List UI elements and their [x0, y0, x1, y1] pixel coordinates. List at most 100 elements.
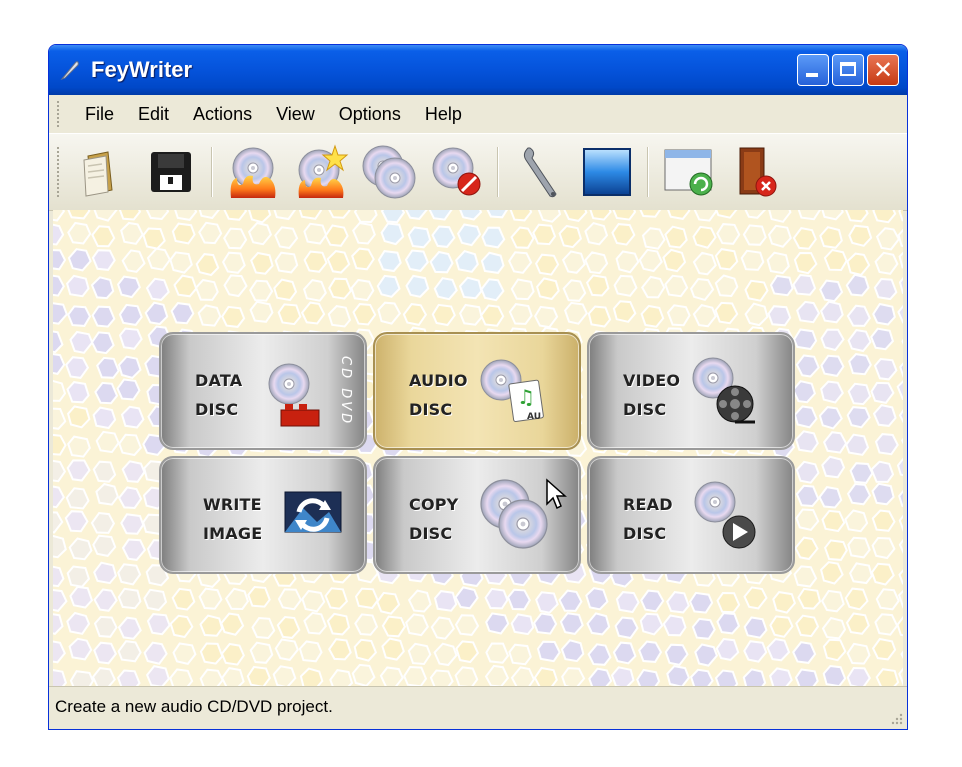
svg-text:♫: ♫ [517, 385, 535, 409]
mosaic-cell [66, 459, 91, 482]
erase-disc-button[interactable] [429, 142, 485, 202]
tools-button[interactable] [511, 142, 567, 202]
toolbar-grip [57, 147, 61, 197]
write-image-icon [284, 491, 342, 533]
mosaic-cell [117, 563, 142, 586]
mosaic-cell [715, 637, 740, 661]
mosaic-cell [353, 638, 378, 662]
mosaic-cell [117, 616, 142, 640]
mosaic-cell [615, 591, 640, 614]
mosaic-cell [664, 643, 689, 667]
mosaic-cell [116, 275, 141, 299]
mosaic-cell [845, 612, 870, 635]
copy-disc-button[interactable] [361, 142, 417, 202]
resize-grip-icon[interactable] [889, 711, 903, 725]
mosaic-cell [823, 248, 848, 272]
mosaic-cell [640, 304, 665, 328]
mosaic-cell [897, 589, 903, 609]
mosaic-cell [249, 641, 274, 664]
menu-file[interactable]: File [73, 104, 126, 125]
mosaic-cell [558, 224, 583, 249]
refresh-window-button[interactable] [661, 142, 717, 202]
mosaic-cell [91, 667, 116, 688]
burn-disc-star-button[interactable] [293, 142, 349, 202]
menu-options[interactable]: Options [327, 104, 413, 125]
mosaic-cell [433, 590, 458, 612]
mosaic-cell [301, 589, 326, 613]
mosaic-cell [897, 228, 903, 248]
mosaic-cell [792, 226, 817, 250]
mosaic-cell [198, 210, 220, 220]
save-icon [151, 152, 191, 192]
mosaic-cell [508, 643, 532, 666]
mosaic-cell [769, 615, 794, 638]
mosaic-cell [53, 613, 64, 636]
menu-help[interactable]: Help [413, 104, 474, 125]
mosaic-cell [455, 640, 480, 664]
mosaic-cell [714, 301, 739, 325]
mosaic-cell [898, 276, 903, 294]
mosaic-cell [91, 225, 116, 248]
mosaic-cell [351, 247, 375, 271]
menu-edit[interactable]: Edit [126, 104, 181, 125]
mosaic-cell [120, 513, 145, 535]
data-disc-tile[interactable]: DATA DISC CD DVD [159, 332, 367, 450]
write-image-tile[interactable]: WRITE IMAGE [159, 456, 367, 574]
mosaic-cell [481, 226, 506, 249]
menu-view[interactable]: View [264, 104, 327, 125]
toolbar [49, 133, 907, 211]
mosaic-cell [274, 226, 299, 250]
mosaic-cell [174, 210, 198, 221]
mosaic-cell [171, 587, 196, 611]
copy-disc-icon [362, 145, 416, 199]
mosaic-cell [484, 664, 510, 688]
minimize-button[interactable] [797, 54, 829, 86]
title-bar[interactable]: FeyWriter ✕ [49, 45, 907, 95]
mosaic-cell [848, 224, 873, 247]
exit-button[interactable] [729, 142, 785, 202]
mosaic-cell [326, 250, 351, 274]
mosaic-cell [69, 330, 94, 354]
mosaic-cell [454, 586, 479, 610]
burn-disc-button[interactable] [225, 142, 281, 202]
mosaic-cell [247, 221, 273, 246]
mosaic-cell [90, 511, 116, 534]
mosaic-cell [433, 642, 458, 667]
mosaic-cell [874, 251, 899, 275]
video-disc-tile[interactable]: VIDEO DISC [587, 332, 795, 450]
mosaic-cell [662, 248, 687, 273]
audio-disc-tile[interactable]: AUDIO DISC ♫ AU [373, 332, 581, 450]
mosaic-cell [92, 460, 117, 483]
mosaic-cell [277, 303, 302, 326]
mosaic-cell [870, 381, 895, 405]
menu-actions[interactable]: Actions [181, 104, 264, 125]
mosaic-cell [743, 616, 768, 639]
mosaic-cell [899, 362, 903, 378]
mosaic-cell [380, 222, 405, 246]
mosaic-cell [67, 248, 92, 272]
mosaic-cell [640, 589, 665, 613]
mosaic-cell [819, 279, 844, 303]
mosaic-cell [875, 227, 901, 251]
maximize-button[interactable] [832, 54, 864, 86]
view-button[interactable] [579, 142, 635, 202]
app-window: FeyWriter ✕ File Edit Actions View Optio… [48, 44, 908, 730]
close-button[interactable]: ✕ [867, 54, 899, 86]
mosaic-cell [117, 486, 143, 510]
save-button[interactable] [143, 142, 199, 202]
blue-square-icon [583, 148, 631, 196]
mosaic-cell [170, 302, 195, 325]
mosaic-cell [221, 251, 246, 274]
read-disc-tile[interactable]: READ DISC [587, 456, 795, 574]
mosaic-cell [407, 642, 432, 666]
mosaic-cell [324, 587, 349, 610]
new-project-button[interactable] [75, 142, 131, 202]
mosaic-cell [896, 615, 903, 637]
mosaic-cell [430, 616, 455, 640]
mosaic-cell [246, 665, 271, 688]
mosaic-cell [844, 587, 869, 611]
mosaic-cell [431, 225, 456, 248]
mosaic-cell [559, 612, 584, 635]
mosaic-cell [93, 561, 118, 585]
copy-disc-tile[interactable]: COPY DISC [373, 456, 581, 574]
